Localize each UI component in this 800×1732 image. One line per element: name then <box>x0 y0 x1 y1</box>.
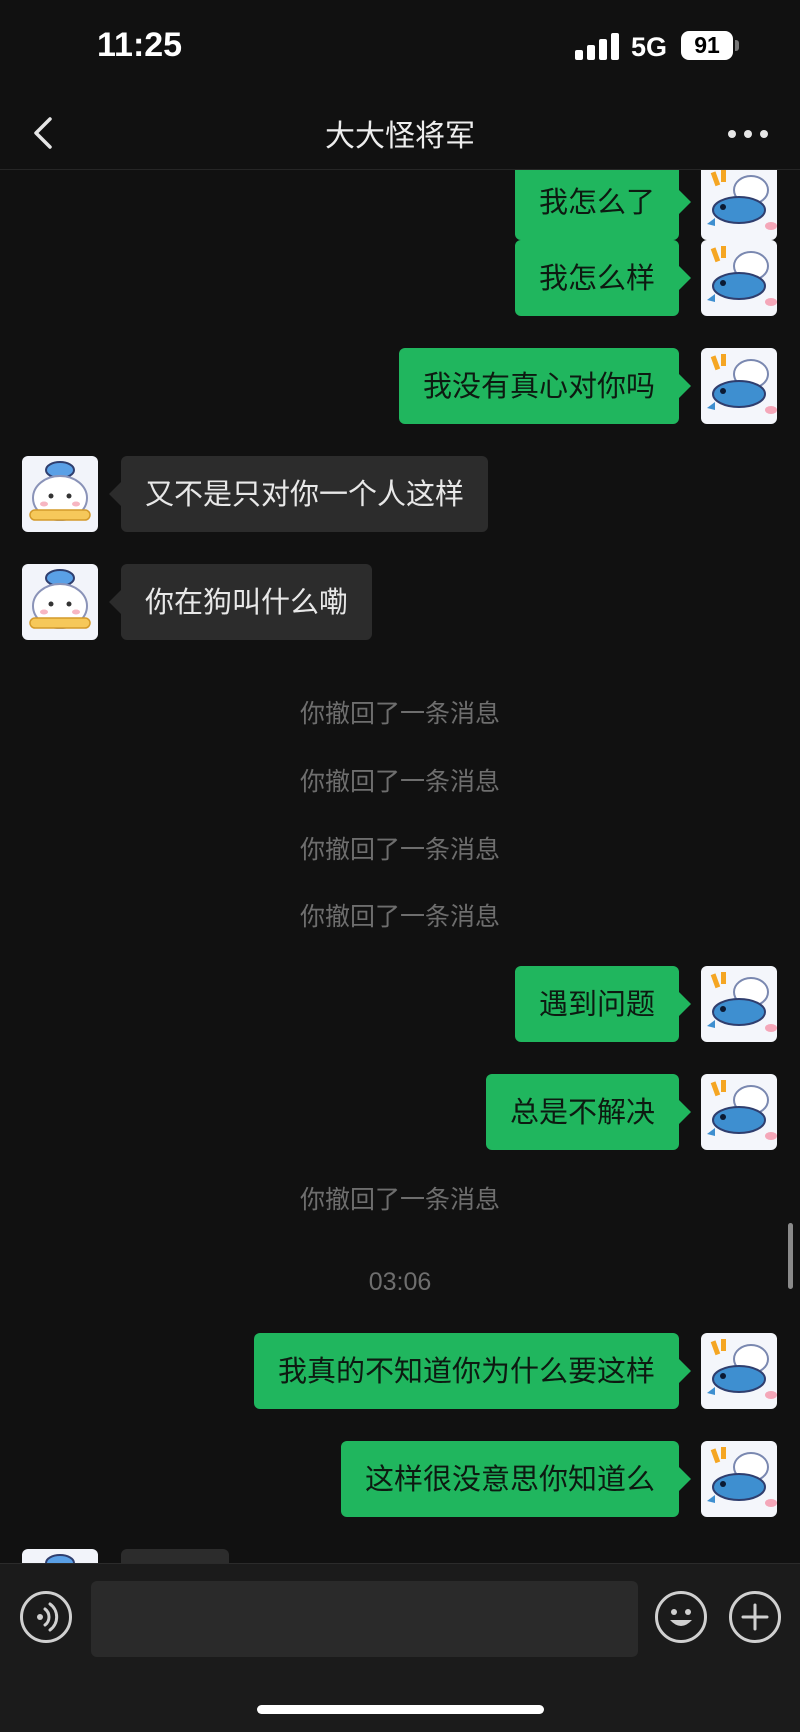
status-time: 11:25 <box>97 26 183 64</box>
peer-avatar[interactable] <box>22 456 98 532</box>
fish-cat-avatar-image <box>701 1333 777 1409</box>
battery-level: 91 <box>694 32 720 58</box>
fish-cat-avatar-image <box>701 1441 777 1517</box>
home-indicator[interactable] <box>257 1705 544 1714</box>
battery-icon: 91 <box>681 31 733 60</box>
my-message-bubble[interactable]: 我怎么了 <box>514 170 692 240</box>
peer-message-bubble[interactable]: 你在狗叫什么嘞 <box>108 564 373 640</box>
cat-avatar-image <box>22 564 98 640</box>
cat-avatar-image <box>22 456 98 532</box>
plus-icon[interactable] <box>729 1591 781 1643</box>
message-row <box>0 1549 800 1563</box>
message-row: 我怎么样 <box>0 240 800 316</box>
my-message-bubble[interactable]: 我怎么样 <box>514 240 692 316</box>
status-bar: 11:25 5G 91 <box>0 0 800 95</box>
recall-notice: 你撤回了一条消息 <box>299 767 500 796</box>
fish-cat-avatar-image <box>701 1074 777 1150</box>
fish-cat-avatar-image <box>701 966 777 1042</box>
message-row: 又不是只对你一个人这样 <box>0 456 800 532</box>
message-row: 遇到问题 <box>0 966 800 1042</box>
battery-tip <box>735 40 739 51</box>
my-message-bubble[interactable]: 我真的不知道你为什么要这样 <box>253 1333 692 1409</box>
recall-notice: 你撤回了一条消息 <box>299 699 500 728</box>
message-row: 我没有真心对你吗 <box>0 348 800 424</box>
message-row: 总是不解决 <box>0 1074 800 1150</box>
my-message-bubble[interactable]: 这样很没意思你知道么 <box>340 1441 692 1517</box>
message-input[interactable] <box>91 1581 638 1657</box>
message-row: 这样很没意思你知道么 <box>0 1441 800 1517</box>
peer-message-bubble[interactable] <box>121 1549 229 1563</box>
fish-cat-avatar-image <box>701 240 777 316</box>
voice-icon[interactable] <box>20 1591 72 1643</box>
scrollbar[interactable] <box>788 1223 793 1289</box>
my-message-bubble[interactable]: 遇到问题 <box>514 966 692 1042</box>
message-row: 我怎么了 <box>0 170 800 240</box>
my-message-bubble[interactable]: 我没有真心对你吗 <box>398 348 692 424</box>
nav-bar: 大大怪将军 <box>0 95 800 170</box>
recall-notice: 你撤回了一条消息 <box>299 835 500 864</box>
time-stamp: 03:06 <box>368 1268 432 1296</box>
recall-notice: 你撤回了一条消息 <box>299 902 500 931</box>
recall-notice: 你撤回了一条消息 <box>299 1185 500 1214</box>
signal-icon <box>575 33 621 60</box>
more-dots-icon[interactable] <box>726 119 770 149</box>
peer-avatar[interactable] <box>22 1549 98 1563</box>
my-avatar[interactable] <box>701 1074 777 1150</box>
fish-cat-avatar-image <box>701 170 777 240</box>
chat-area[interactable]: 我怎么了 我怎么样 我没有真心对你吗 又不是只对你一个人这样 你在狗叫什么嘞 你… <box>0 170 800 1563</box>
emoji-icon[interactable] <box>655 1591 707 1643</box>
chat-title: 大大怪将军 <box>325 119 475 154</box>
my-avatar[interactable] <box>701 1333 777 1409</box>
cat-avatar-image <box>22 1549 98 1563</box>
network-label: 5G <box>631 32 668 62</box>
message-row: 我真的不知道你为什么要这样 <box>0 1333 800 1409</box>
my-message-bubble[interactable]: 总是不解决 <box>485 1074 692 1150</box>
my-avatar[interactable] <box>701 1441 777 1517</box>
my-avatar[interactable] <box>701 348 777 424</box>
fish-cat-avatar-image <box>701 348 777 424</box>
my-avatar[interactable] <box>701 170 777 240</box>
my-avatar[interactable] <box>701 240 777 316</box>
my-avatar[interactable] <box>701 966 777 1042</box>
peer-message-bubble[interactable]: 又不是只对你一个人这样 <box>108 456 489 532</box>
peer-avatar[interactable] <box>22 564 98 640</box>
message-row: 你在狗叫什么嘞 <box>0 564 800 640</box>
